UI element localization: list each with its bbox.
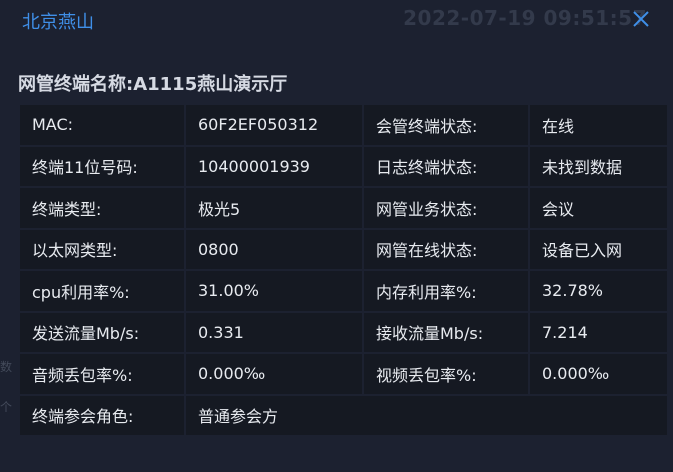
info-row: MAC: 60F2EF050312 会管终端状态: 在线 xyxy=(20,105,667,145)
field-value: 0.000‰ xyxy=(186,354,362,394)
info-row: 终端11位号码: 10400001939 日志终端状态: 未找到数据 xyxy=(20,146,667,186)
terminal-name-label: 网管终端名称: xyxy=(18,74,134,95)
close-button[interactable] xyxy=(630,8,652,30)
field-value: 7.214 xyxy=(530,312,667,352)
field-value: 会议 xyxy=(530,188,667,228)
field-label: cpu利用率%: xyxy=(20,271,184,311)
terminal-info-table: MAC: 60F2EF050312 会管终端状态: 在线 终端11位号码: 10… xyxy=(18,103,669,437)
field-label: MAC: xyxy=(20,105,184,145)
field-value: 在线 xyxy=(530,105,667,145)
field-label: 发送流量Mb/s: xyxy=(20,312,184,352)
field-value: 10400001939 xyxy=(186,146,362,186)
info-row: cpu利用率%: 31.00% 内存利用率%: 32.78% xyxy=(20,271,667,311)
field-label: 会管终端状态: xyxy=(364,105,528,145)
field-value: 未找到数据 xyxy=(530,146,667,186)
field-value: 0800 xyxy=(186,229,362,269)
panel-header: 北京燕山 2022-07-19 09:51:57 xyxy=(0,0,673,38)
field-value: 0.331 xyxy=(186,312,362,352)
field-value: 设备已入网 xyxy=(530,229,667,269)
field-value: 普通参会方 xyxy=(186,395,667,435)
field-label: 视频丢包率%: xyxy=(364,354,528,394)
info-row: 发送流量Mb/s: 0.331 接收流量Mb/s: 7.214 xyxy=(20,312,667,352)
field-value: 0.000‰ xyxy=(530,354,667,394)
info-row: 以太网类型: 0800 网管在线状态: 设备已入网 xyxy=(20,229,667,269)
field-label: 终端参会角色: xyxy=(20,395,184,435)
terminal-name-value: A1115燕山演示厅 xyxy=(133,74,288,95)
field-label: 网管在线状态: xyxy=(364,229,528,269)
field-value: 极光5 xyxy=(186,188,362,228)
timestamp: 2022-07-19 09:51:57 xyxy=(403,6,647,30)
field-label: 终端11位号码: xyxy=(20,146,184,186)
field-value: 60F2EF050312 xyxy=(186,105,362,145)
field-label: 内存利用率%: xyxy=(364,271,528,311)
field-value: 31.00% xyxy=(186,271,362,311)
field-label: 接收流量Mb/s: xyxy=(364,312,528,352)
field-label: 终端类型: xyxy=(20,188,184,228)
terminal-name-heading: 网管终端名称:A1115燕山演示厅 xyxy=(18,70,287,96)
field-label: 音频丢包率%: xyxy=(20,354,184,394)
field-label: 网管业务状态: xyxy=(364,188,528,228)
info-row: 终端参会角色: 普通参会方 xyxy=(20,395,667,435)
info-row: 音频丢包率%: 0.000‰ 视频丢包率%: 0.000‰ xyxy=(20,354,667,394)
background-text-fragment: 个 xyxy=(0,400,13,414)
background-text-fragment: 数 xyxy=(0,360,13,374)
panel-title: 北京燕山 xyxy=(22,12,94,33)
close-icon xyxy=(633,11,649,27)
field-label: 日志终端状态: xyxy=(364,146,528,186)
device-detail-panel: 北京燕山 2022-07-19 09:51:57 网管终端名称:A1115燕山演… xyxy=(0,0,673,472)
field-label: 以太网类型: xyxy=(20,229,184,269)
field-value: 32.78% xyxy=(530,271,667,311)
info-row: 终端类型: 极光5 网管业务状态: 会议 xyxy=(20,188,667,228)
